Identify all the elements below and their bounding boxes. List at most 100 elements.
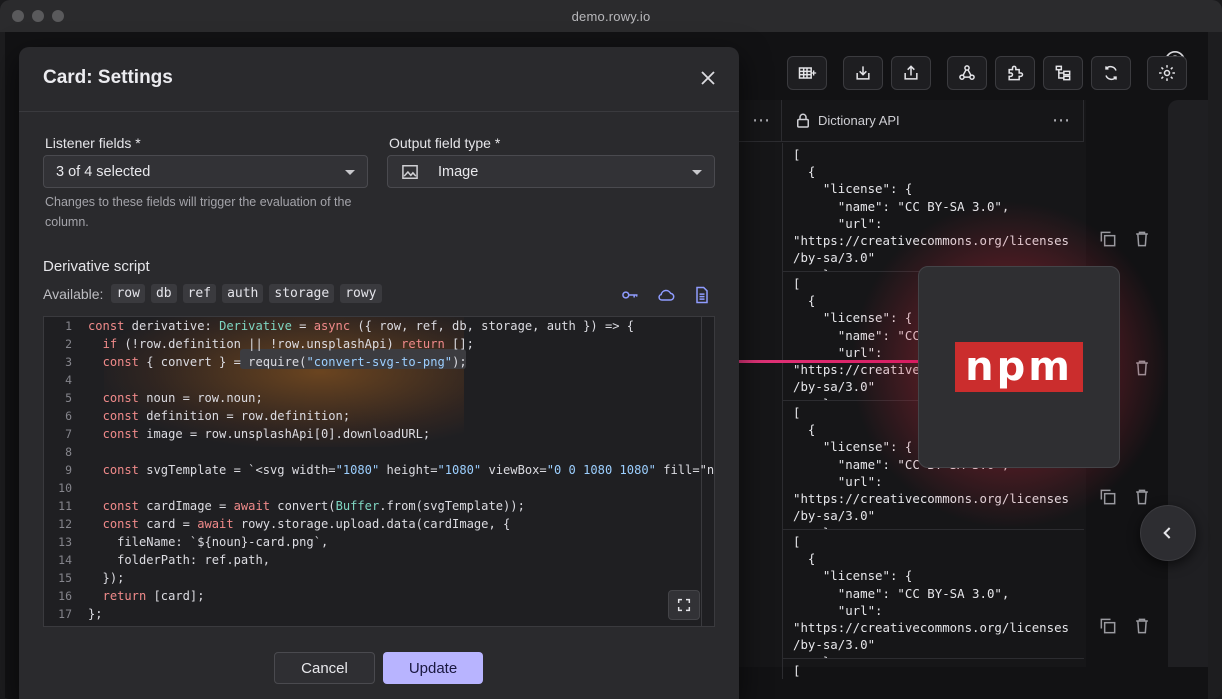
cancel-button[interactable]: Cancel xyxy=(274,652,375,684)
line-number: 13 xyxy=(58,535,72,549)
code-line: fileName: `${noun}-card.png`, xyxy=(88,535,329,549)
table-cell[interactable]: [ xyxy=(782,659,1084,679)
line-number: 6 xyxy=(65,409,72,423)
code-editor[interactable]: 1 2 3 4 5 6 7 8 9 10 11 12 13 14 15 16 17 const derivati… xyxy=(43,316,715,627)
settings-button[interactable] xyxy=(1147,56,1187,90)
delete-row-icon[interactable] xyxy=(1132,358,1152,378)
zoom-window-button[interactable] xyxy=(52,10,64,22)
column-menu-icon[interactable]: ⋯ xyxy=(752,110,771,131)
code-line: folderPath: ref.path, xyxy=(88,553,271,567)
fullscreen-icon xyxy=(677,598,691,612)
line-number: 8 xyxy=(65,445,72,459)
row-actions xyxy=(1098,487,1152,507)
extensions-button[interactable] xyxy=(995,56,1035,90)
line-number: 14 xyxy=(58,553,72,567)
export-icon xyxy=(904,65,918,80)
cell-value: [ { "license": { "name": "CC BY-SA 3.0",… xyxy=(793,534,1070,658)
key-icon[interactable] xyxy=(619,285,641,305)
line-number: 16 xyxy=(58,589,72,603)
close-window-button[interactable] xyxy=(12,10,24,22)
variable-chip: auth xyxy=(222,284,264,303)
line-number: 7 xyxy=(65,427,72,441)
column-header-dictionary-api[interactable]: Dictionary API ⋯ xyxy=(782,100,1084,142)
import-button[interactable] xyxy=(843,56,883,90)
cell-value: [ xyxy=(793,663,801,678)
side-drawer xyxy=(1168,100,1208,667)
variable-chip: db xyxy=(150,284,177,303)
export-button[interactable] xyxy=(891,56,931,90)
table-cell[interactable]: [ { "license": { "name": "CC BY-SA 3.0",… xyxy=(782,530,1084,659)
chevron-left-icon xyxy=(1163,527,1171,539)
code-line: const cardImage = await convert(Buffer.f… xyxy=(102,499,525,513)
table-cell[interactable]: [ { "license": { "name": "CC BY-SA 3.0",… xyxy=(782,143,1084,272)
delete-row-icon[interactable] xyxy=(1132,616,1152,636)
code-line: return [card]; xyxy=(102,589,205,603)
lock-icon xyxy=(797,113,809,128)
chevron-down-icon xyxy=(345,170,355,175)
line-number: 4 xyxy=(65,373,72,387)
open-drawer-button[interactable] xyxy=(1140,505,1196,561)
code-line: const derivative: Derivative = async ({ … xyxy=(88,319,635,333)
image-icon xyxy=(402,164,418,179)
code-line: const { convert } = require("convert-svg… xyxy=(102,355,467,369)
line-gutter: 1 2 3 4 5 6 7 8 9 10 11 12 13 14 15 16 17 xyxy=(44,317,80,626)
line-number: 3 xyxy=(65,355,72,369)
divider xyxy=(19,111,739,112)
output-type-select[interactable]: Image xyxy=(387,155,715,188)
line-number: 17 xyxy=(58,607,72,621)
fullscreen-button[interactable] xyxy=(668,590,700,620)
delete-row-icon[interactable] xyxy=(1132,487,1152,507)
npm-logo: npm xyxy=(955,342,1083,392)
cell-value: [ { "license": { "name": "CC BY-SA 3.0",… xyxy=(793,147,1070,271)
cloud-icon[interactable] xyxy=(655,285,677,305)
chevron-down-icon xyxy=(692,170,702,175)
code-line: const definition = row.definition; xyxy=(102,409,351,423)
document-icon[interactable] xyxy=(691,285,713,305)
variable-chip: ref xyxy=(182,284,217,303)
sync-button[interactable] xyxy=(1091,56,1131,90)
table-add-icon xyxy=(798,67,817,79)
prev-column-header: ⋯ xyxy=(734,100,782,142)
hierarchy-button[interactable] xyxy=(1043,56,1083,90)
listener-helper-text: Changes to these fields will trigger the… xyxy=(45,195,352,229)
line-number: 5 xyxy=(65,391,72,405)
line-number: 10 xyxy=(58,481,72,495)
hierarchy-icon xyxy=(1055,65,1071,81)
available-variables: Available: row db ref auth storage rowy xyxy=(43,284,388,303)
column-title: Dictionary API xyxy=(818,113,900,128)
minimize-window-button[interactable] xyxy=(32,10,44,22)
window-controls xyxy=(12,10,64,22)
npm-package-card: npm xyxy=(918,266,1120,468)
duplicate-row-icon[interactable] xyxy=(1098,229,1118,249)
row-actions xyxy=(1098,229,1152,249)
line-number: 11 xyxy=(58,499,72,513)
listener-fields-label: Listener fields * xyxy=(45,135,141,151)
code-line: }); xyxy=(88,571,125,585)
script-tools xyxy=(619,285,713,305)
settings-icon xyxy=(1159,65,1175,81)
line-number: 12 xyxy=(58,517,72,531)
duplicate-row-icon[interactable] xyxy=(1098,487,1118,507)
variable-chip: storage xyxy=(269,284,335,303)
column-menu-icon[interactable]: ⋯ xyxy=(1052,110,1071,131)
delete-row-icon[interactable] xyxy=(1132,229,1152,249)
extension-icon xyxy=(1008,65,1024,81)
update-button[interactable]: Update xyxy=(383,652,483,684)
webhooks-button[interactable] xyxy=(947,56,987,90)
derivative-script-label: Derivative script xyxy=(43,258,150,275)
title-bar: demo.rowy.io xyxy=(0,0,1222,32)
code-line: const card = await rowy.storage.upload.d… xyxy=(102,517,511,531)
dialog-title: Card: Settings xyxy=(43,67,173,88)
available-label: Available: xyxy=(43,285,104,302)
window-title: demo.rowy.io xyxy=(571,8,651,24)
close-icon[interactable] xyxy=(699,69,717,87)
code-line: }; xyxy=(88,607,103,621)
duplicate-row-icon[interactable] xyxy=(1098,616,1118,636)
variable-chip: row xyxy=(111,284,145,303)
listener-fields-value: 3 of 4 selected xyxy=(56,163,151,180)
listener-fields-select[interactable]: 3 of 4 selected xyxy=(43,155,368,188)
output-type-value: Image xyxy=(438,163,479,180)
add-table-button[interactable] xyxy=(787,56,827,90)
row-actions xyxy=(1098,616,1152,636)
webhook-icon xyxy=(959,65,975,80)
